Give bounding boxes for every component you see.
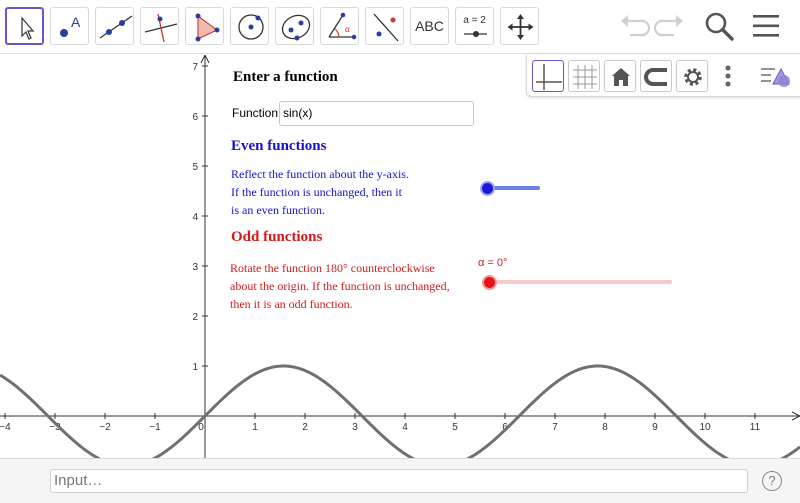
grid-icon	[573, 65, 597, 89]
graphics-style-icon[interactable]	[759, 60, 791, 92]
polygon-icon	[195, 13, 220, 42]
alpha-slider-track[interactable]	[489, 280, 672, 284]
even-description-line: If the function is unchanged, then it	[231, 185, 402, 199]
reflect-about-line-icon	[373, 13, 399, 42]
odd-description-line: about the origin. If the function is unc…	[230, 279, 450, 293]
x-tick-label: 11	[750, 422, 761, 433]
slider-icon	[464, 31, 487, 37]
perpendicular-line-tool-button[interactable]	[140, 7, 179, 45]
move-tool-button[interactable]	[5, 7, 44, 45]
x-tick-label: 7	[552, 422, 558, 433]
line-tool-button[interactable]	[95, 7, 134, 45]
x-tick-label: 8	[602, 422, 608, 433]
odd-functions-heading: Odd functions	[231, 229, 323, 245]
odd-description-line: Rotate the function 180° counterclockwis…	[230, 261, 435, 275]
home-icon	[612, 68, 630, 86]
axes-icon	[536, 64, 562, 90]
gear-icon	[684, 68, 702, 86]
axes-toggle-button[interactable]	[532, 60, 564, 92]
y-tick-label: 6	[192, 112, 198, 123]
x-tick-label: 4	[402, 422, 408, 433]
algebra-input[interactable]: Input…	[50, 469, 748, 493]
even-description-line: is an even function.	[231, 203, 325, 217]
circle-tool-button[interactable]	[230, 7, 269, 45]
text-tool-label: ABC	[415, 18, 444, 34]
polygon-tool-button[interactable]	[185, 7, 224, 45]
y-tick-label: 7	[192, 62, 198, 73]
slider-tool-button[interactable]: a = 2	[455, 7, 494, 45]
even-slider-knob[interactable]	[480, 181, 495, 196]
x-tick-label: 5	[452, 422, 458, 433]
y-tick-label: 5	[192, 162, 198, 173]
x-tick-label: −1	[149, 422, 161, 433]
ellipse-icon	[281, 14, 311, 41]
reflect-tool-button[interactable]	[365, 7, 404, 45]
grid-toggle-button[interactable]	[568, 60, 600, 92]
x-tick-label: 1	[252, 422, 258, 433]
move-arrows-icon	[507, 14, 534, 40]
search-icon[interactable]	[701, 8, 737, 44]
standard-view-button[interactable]	[604, 60, 636, 92]
y-tick-label: 1	[192, 362, 198, 373]
conic-tool-button[interactable]	[275, 7, 314, 45]
x-tick-label: −4	[0, 422, 11, 433]
svg-text:α: α	[345, 25, 350, 34]
angle-icon: α	[328, 12, 357, 40]
move-graphics-view-tool-button[interactable]	[500, 7, 539, 45]
function-input-label: Function	[232, 106, 279, 120]
input-bar: Input… ?	[0, 458, 800, 503]
x-tick-label: 9	[652, 422, 658, 433]
x-tick-label: 10	[699, 422, 711, 433]
x-tick-label: 3	[352, 422, 358, 433]
alpha-slider-label: α = 0°	[478, 257, 508, 269]
even-description-line: Reflect the function about the y-axis.	[231, 167, 409, 181]
angle-tool-button[interactable]: α	[320, 7, 359, 45]
x-tick-label: 2	[302, 422, 308, 433]
svg-text:A: A	[71, 14, 81, 30]
point-tool-button[interactable]: A	[50, 7, 89, 45]
alpha-slider-knob[interactable]	[482, 275, 497, 290]
odd-description-line: then it is an odd function.	[230, 297, 353, 311]
point-a-icon: A	[60, 14, 81, 37]
perpendicular-line-icon	[144, 13, 178, 43]
x-tick-label: −2	[99, 422, 111, 433]
help-button[interactable]: ?	[762, 471, 782, 491]
settings-button[interactable]	[676, 60, 708, 92]
circle-center-point-icon	[238, 14, 264, 40]
y-tick-label: 3	[192, 262, 198, 273]
y-tick-label: 4	[192, 212, 198, 223]
enter-function-heading: Enter a function	[233, 69, 338, 85]
menu-icon[interactable]	[748, 8, 784, 44]
text-tool-button[interactable]: ABC	[410, 7, 449, 45]
even-functions-heading: Even functions	[231, 138, 327, 154]
point-capturing-icon	[644, 68, 667, 86]
function-curve[interactable]	[0, 364, 800, 458]
y-tick-label: 2	[192, 312, 198, 323]
point-capturing-button[interactable]	[640, 60, 672, 92]
function-input[interactable]: sin(x)	[279, 101, 474, 126]
cursor-arrow-icon	[21, 16, 35, 40]
graphics-style-bar	[526, 55, 800, 97]
more-vertical-icon[interactable]	[712, 60, 744, 92]
undo-icon[interactable]	[616, 8, 652, 44]
line-through-points-icon	[99, 15, 133, 39]
toolbar: A α ABC a = 2	[0, 0, 800, 54]
redo-icon[interactable]	[652, 8, 688, 44]
